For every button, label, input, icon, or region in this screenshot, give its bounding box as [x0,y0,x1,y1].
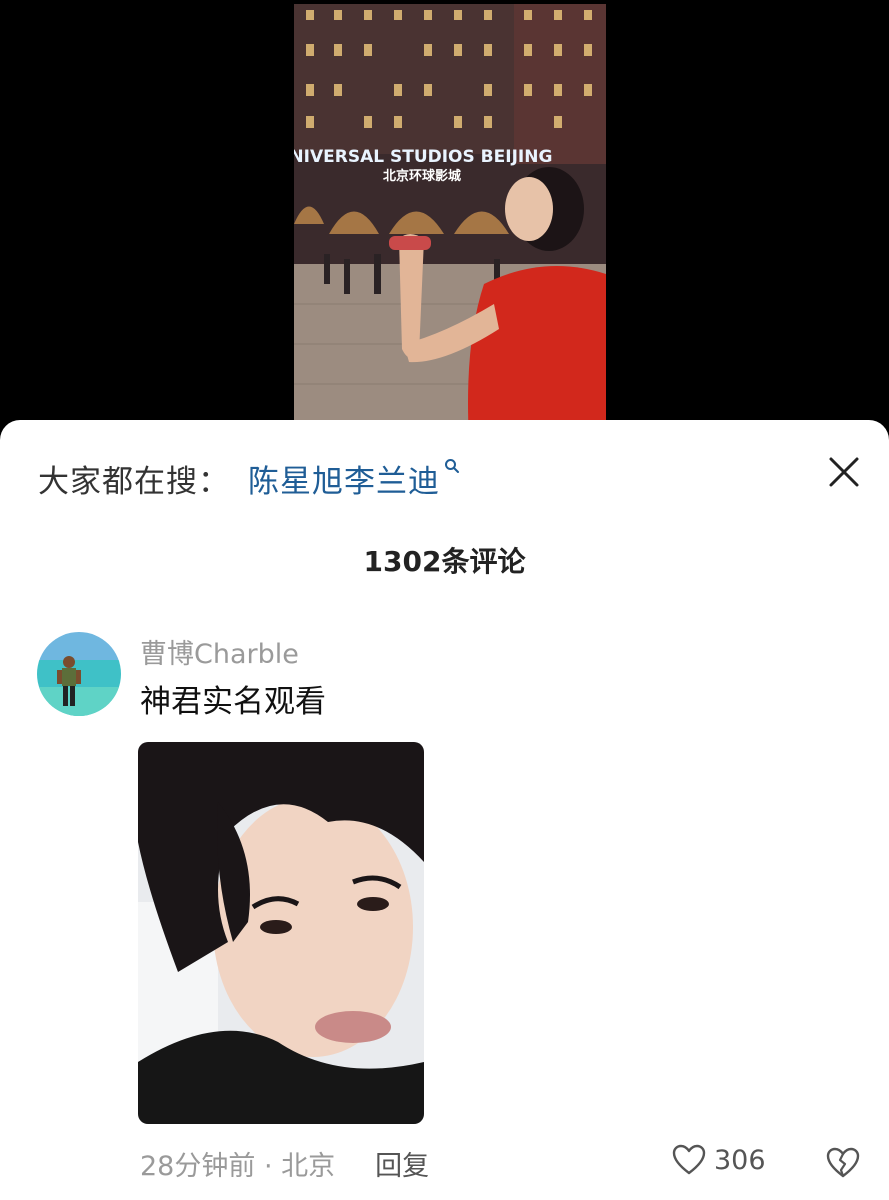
close-icon [829,457,859,487]
comment-sheet: 大家都在搜： 陈星旭李兰迪 1302条评论 曹博Charble 神君实名观看 2… [0,420,889,1200]
search-icon [444,458,460,478]
reply-button[interactable]: 回复 [375,1144,429,1183]
comment-time-location: 28分钟前 · 北京 [140,1150,336,1182]
video-sign-line1: UNIVERSAL STUDIOS BEIJING [294,147,552,167]
video-player[interactable]: UNIVERSAL STUDIOS BEIJING 北京环球影城 [0,0,889,440]
comment-text: 神君实名观看 [140,684,326,720]
video-sign-line2: 北京环球影城 [383,168,461,184]
close-button[interactable] [822,450,866,494]
comment-image[interactable] [138,742,424,1124]
trending-search-prefix: 大家都在搜： [38,463,230,500]
avatar[interactable] [37,632,121,716]
video-frame[interactable]: UNIVERSAL STUDIOS BEIJING 北京环球影城 [294,4,606,440]
dislike-button[interactable] [826,1146,860,1180]
broken-heart-icon [826,1147,860,1178]
trending-search-bar[interactable]: 大家都在搜： 陈星旭李兰迪 [38,456,460,500]
trending-search-term[interactable]: 陈星旭李兰迪 [248,456,440,501]
comment-username[interactable]: 曹博Charble [140,632,299,671]
heart-icon [672,1144,706,1175]
like-count: 306 [714,1144,766,1176]
like-button[interactable]: 306 [672,1144,766,1176]
video-scene: UNIVERSAL STUDIOS BEIJING 北京环球影城 [294,4,606,440]
comment-count-title: 1302条评论 [363,545,526,578]
comment-meta-row: 28分钟前 · 北京 回复 [140,1142,429,1184]
